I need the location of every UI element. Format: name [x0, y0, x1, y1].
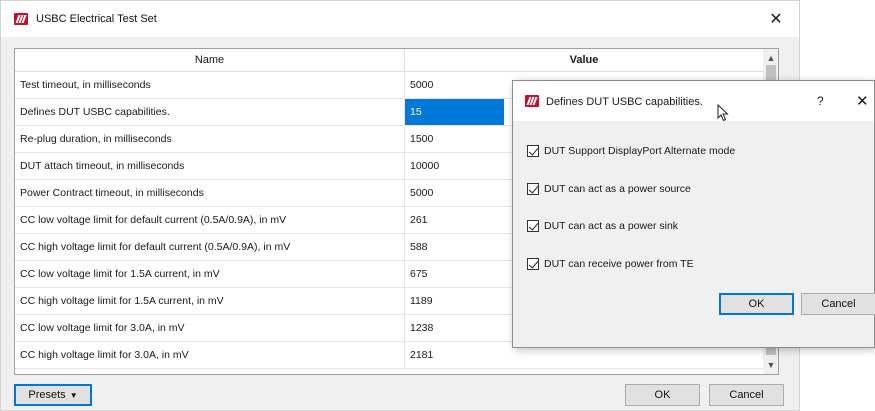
checkbox-power-source[interactable]: DUT can act as a power source	[527, 181, 691, 197]
row-name: Re-plug duration, in milliseconds	[15, 126, 405, 152]
checkbox-checked[interactable]	[527, 258, 539, 270]
close-icon[interactable]: ✕	[856, 92, 869, 110]
capabilities-dialog: Defines DUT USBC capabilities. ? ✕ DUT S…	[512, 80, 875, 348]
checkbox-checked[interactable]	[527, 220, 539, 232]
title-bar: USBC Electrical Test Set ✕	[1, 1, 799, 37]
checkbox-label: DUT can act as a power sink	[544, 220, 679, 232]
row-name: CC low voltage limit for default current…	[15, 207, 405, 233]
dialog-cancel-button[interactable]: Cancel	[801, 293, 875, 315]
chevron-down-icon: ▼	[69, 391, 78, 400]
presets-label: Presets	[28, 389, 66, 401]
dialog-ok-button[interactable]: OK	[719, 293, 794, 315]
checkbox-checked[interactable]	[527, 183, 539, 195]
row-name: Defines DUT USBC capabilities.	[15, 99, 405, 125]
presets-button[interactable]: Presets ▼	[14, 384, 92, 406]
row-name: CC low voltage limit for 3.0A, in mV	[15, 315, 405, 341]
chevron-up-icon[interactable]: ▲	[763, 51, 778, 65]
checkbox-displayport[interactable]: DUT Support DisplayPort Alternate mode	[527, 143, 735, 159]
app-logo-icon	[14, 13, 28, 25]
checkbox-receive-power[interactable]: DUT can receive power from TE	[527, 256, 694, 272]
mouse-cursor-icon	[717, 104, 729, 122]
row-name: CC high voltage limit for 1.5A current, …	[15, 288, 405, 314]
row-name: Power Contract timeout, in milliseconds	[15, 180, 405, 206]
dialog-title: Defines DUT USBC capabilities.	[546, 96, 703, 108]
checkbox-label: DUT can receive power from TE	[544, 258, 694, 270]
checkbox-label: DUT Support DisplayPort Alternate mode	[544, 145, 736, 157]
row-name: Test timeout, in milliseconds	[15, 72, 405, 98]
app-logo-icon	[525, 95, 539, 107]
ok-button[interactable]: OK	[625, 384, 700, 406]
dialog-title-bar: Defines DUT USBC capabilities. ? ✕	[513, 81, 874, 122]
window-title: USBC Electrical Test Set	[36, 13, 157, 25]
chevron-down-icon[interactable]: ▼	[763, 358, 778, 372]
row-name: DUT attach timeout, in milliseconds	[15, 153, 405, 179]
row-value-selected[interactable]: 15	[405, 99, 504, 125]
close-icon[interactable]: ✕	[768, 9, 784, 29]
column-header-name[interactable]: Name	[15, 49, 405, 72]
cancel-button[interactable]: Cancel	[709, 384, 784, 406]
checkbox-label: DUT can act as a power source	[544, 183, 691, 195]
column-header-value[interactable]: Value	[405, 49, 763, 72]
row-name: CC high voltage limit for 3.0A, in mV	[15, 342, 405, 368]
row-name: CC low voltage limit for 1.5A current, i…	[15, 261, 405, 287]
checkbox-power-sink[interactable]: DUT can act as a power sink	[527, 218, 678, 234]
help-icon[interactable]: ?	[817, 94, 824, 108]
row-name: CC high voltage limit for default curren…	[15, 234, 405, 260]
checkbox-checked[interactable]	[527, 145, 539, 157]
grid-header: Name Value	[15, 49, 763, 72]
